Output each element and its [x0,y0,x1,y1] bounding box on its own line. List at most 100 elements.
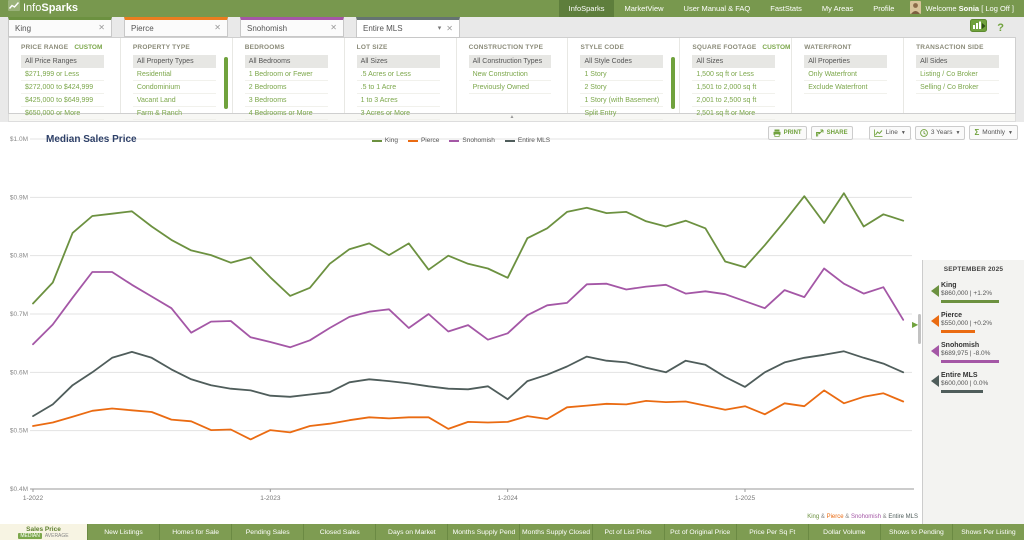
filter-option-1-story[interactable]: 1 Story [580,68,663,81]
metric-tab-new-listings[interactable]: New Listings [88,524,160,540]
nav-item-profile[interactable]: Profile [863,0,904,17]
filter-option-650-000-or-more[interactable]: $650,000 or More [21,107,104,120]
column-scrollbar[interactable] [671,57,675,109]
metric-tab-pct-of-list-price[interactable]: Pct of List Price [593,524,665,540]
logoff-link[interactable]: [ Log Off ] [981,4,1014,13]
filter-option-2-story[interactable]: 2 Story [580,81,663,94]
nav-item-marketview[interactable]: MarketView [614,0,673,17]
filter-option-all-bedrooms[interactable]: All Bedrooms [245,55,328,68]
close-icon[interactable]: ✕ [330,24,337,32]
aggregation-dropdown[interactable]: Σ Monthly▼ [969,125,1018,140]
filter-option-272-000-to-424-999[interactable]: $272,000 to $424,999 [21,81,104,94]
filter-option-3-acres-or-more[interactable]: 3 Acres or More [357,107,440,120]
filter-option-1-to-3-acres[interactable]: 1 to 3 Acres [357,94,440,107]
filter-column-title: PROPERTY TYPE [133,44,190,51]
filter-column-property-type: PROPERTY TYPE All Property TypesResidenti… [121,38,233,113]
custom-link[interactable]: CUSTOM [74,44,102,51]
close-icon[interactable]: ✕ [214,24,221,32]
filter-option-selling-co-broker[interactable]: Selling / Co Broker [916,81,999,94]
y-tick-label: $0.9M [10,194,28,201]
area-tab-king[interactable]: King✕ [8,17,112,37]
y-tick-label: $0.6M [10,369,28,376]
metric-tab-homes-for-sale[interactable]: Homes for Sale [160,524,232,540]
stat-arrow-icon [931,315,939,327]
average-toggle[interactable]: AVERAGE [45,533,69,539]
filter-option-2-bedrooms[interactable]: 2 Bedrooms [245,81,328,94]
chart-pan-scrollbar[interactable] [918,314,921,344]
metric-tab-sales-price[interactable]: Sales PriceMEDIANAVERAGE [0,524,88,540]
metric-tab-months-supply-pend[interactable]: Months Supply Pend [448,524,520,540]
primary-nav: InfoSparksMarketViewUser Manual & FAQFas… [559,0,905,17]
filter-option-3-bedrooms[interactable]: 3 Bedrooms [245,94,328,107]
metric-tab-price-per-sq-ft[interactable]: Price Per Sq Ft [737,524,809,540]
nav-item-infosparks[interactable]: InfoSparks [559,0,615,17]
filter-option-all-sides[interactable]: All Sides [916,55,999,68]
column-scrollbar[interactable] [224,57,228,109]
filter-option-all-construction-types[interactable]: All Construction Types [469,55,552,68]
time-range-dropdown[interactable]: 3 Years▼ [915,126,966,140]
filter-option-425-000-to-649-999[interactable]: $425,000 to $649,999 [21,94,104,107]
filter-option-previously-owned[interactable]: Previously Owned [469,81,552,94]
filter-option-only-waterfront[interactable]: Only Waterfront [804,68,887,81]
metric-tab-pct-of-original-price[interactable]: Pct of Original Price [665,524,737,540]
filter-column-bedrooms: BEDROOMSAll Bedrooms1 Bedroom or Fewer2 … [233,38,345,113]
close-icon[interactable]: ✕ [446,25,453,33]
filter-option-271-999-or-less[interactable]: $271,999 or Less [21,68,104,81]
chart-type-dropdown[interactable]: Line▼ [869,126,911,140]
filter-option-vacant-land[interactable]: Vacant Land [133,94,216,107]
filter-option-all-properties[interactable]: All Properties [804,55,887,68]
series-line-entire-mls [33,351,903,416]
stat-value: $689,975 | -8.0% [941,350,1016,358]
legend-swatch [449,140,459,142]
filter-option-split-entry[interactable]: Split Entry [580,107,663,120]
filter-option-farm-ranch[interactable]: Farm & Ranch [133,107,216,120]
filter-option-1-500-sq-ft-or-less[interactable]: 1,500 sq ft or Less [692,68,775,81]
chevron-down-icon[interactable]: ▾ [438,25,442,33]
export-chart-icon[interactable] [970,19,987,37]
filter-column-title: PRICE RANGE [21,44,68,51]
filter-option-condominium[interactable]: Condominium [133,81,216,94]
median-toggle[interactable]: MEDIAN [18,533,41,539]
help-icon[interactable]: ? [997,22,1004,34]
filter-option-2-001-to-2-500-sq-ft[interactable]: 2,001 to 2,500 sq ft [692,94,775,107]
filter-option-all-price-ranges[interactable]: All Price Ranges [21,55,104,68]
filter-option-1-bedroom-or-fewer[interactable]: 1 Bedroom or Fewer [245,68,328,81]
stat-value: $860,000 | +1.2% [941,290,1016,298]
nav-item-my-areas[interactable]: My Areas [812,0,863,17]
filter-option-1-story-with-basement[interactable]: 1 Story (with Basement) [580,94,663,107]
area-tab-pierce[interactable]: Pierce✕ [124,17,228,37]
filter-option-listing-co-broker[interactable]: Listing / Co Broker [916,68,999,81]
stats-month: SEPTEMBER 2025 [923,266,1024,273]
nav-item-user-manual-faq[interactable]: User Manual & FAQ [674,0,761,17]
logo[interactable]: InfoSparks [0,0,78,17]
filter-option-4-bedrooms-or-more[interactable]: 4 Bedrooms or More [245,107,328,120]
footer-area-name: King [807,514,819,520]
filter-option-all-style-codes[interactable]: All Style Codes [580,55,663,68]
filter-option-all-sizes[interactable]: All Sizes [692,55,775,68]
metric-tab-shows-per-listing[interactable]: Shows Per Listing [953,524,1024,540]
metric-tab-days-on-market[interactable]: Days on Market [376,524,448,540]
metric-tab-dollar-volume[interactable]: Dollar Volume [809,524,881,540]
filter-option-5-to-1-acre[interactable]: .5 to 1 Acre [357,81,440,94]
metric-tab-closed-sales[interactable]: Closed Sales [304,524,376,540]
nav-item-faststats[interactable]: FastStats [760,0,812,17]
area-tab-entire-mls[interactable]: Entire MLS▾✕ [356,17,460,38]
filter-option-2-501-sq-ft-or-more[interactable]: 2,501 sq ft or More [692,107,775,120]
filter-column-transaction-side: TRANSACTION SIDEAll SidesListing / Co Br… [904,38,1015,113]
area-tab-snohomish[interactable]: Snohomish✕ [240,17,344,37]
custom-link[interactable]: CUSTOM [762,44,790,51]
filter-option-exclude-waterfront[interactable]: Exclude Waterfront [804,81,887,94]
metric-tab-months-supply-closed[interactable]: Months Supply Closed [520,524,592,540]
print-button[interactable]: PRINT [768,126,807,140]
filter-option-5-acres-or-less[interactable]: .5 Acres or Less [357,68,440,81]
metric-tab-shows-to-pending[interactable]: Shows to Pending [881,524,953,540]
metric-tab-pending-sales[interactable]: Pending Sales [232,524,304,540]
filter-option-new-construction[interactable]: New Construction [469,68,552,81]
filter-option-all-sizes[interactable]: All Sizes [357,55,440,68]
filter-option-all-property-types[interactable]: All Property Types [133,55,216,68]
share-button[interactable]: SHARE [811,126,853,140]
stat-trend-bar [941,390,983,393]
filter-option-residential[interactable]: Residential [133,68,216,81]
filter-option-1-501-to-2-000-sq-ft[interactable]: 1,501 to 2,000 sq ft [692,81,775,94]
close-icon[interactable]: ✕ [98,24,105,32]
